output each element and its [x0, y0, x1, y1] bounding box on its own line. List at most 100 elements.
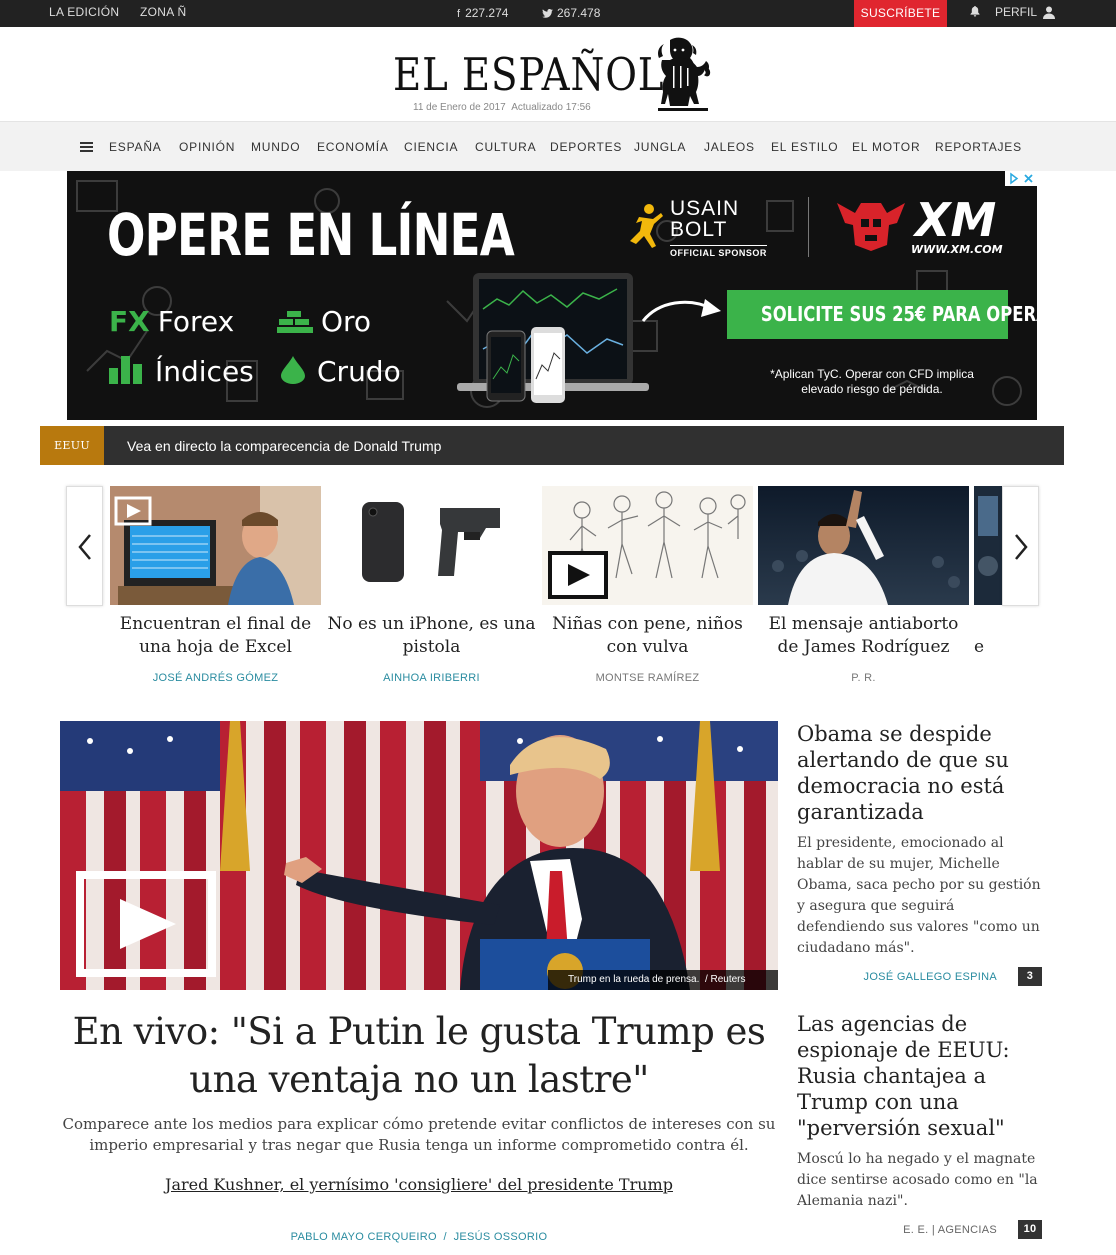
user-icon[interactable]	[1043, 6, 1055, 19]
side-story-footer: JOSÉ GALLEGO ESPINA 3	[797, 967, 1042, 986]
usain-bolt-silhouette-icon	[630, 204, 663, 248]
twitter-icon	[542, 9, 553, 18]
fx-icon: FX	[109, 305, 150, 338]
facebook-count: 227.274	[465, 6, 509, 20]
side-story-title[interactable]: Obama se despide alertando de que su dem…	[797, 721, 1042, 825]
caption-text: Trump en la rueda de prensa.	[568, 974, 700, 985]
oil-drop-icon	[281, 356, 305, 384]
ad-laptop-chart-image	[457, 273, 649, 403]
ad-sponsor: USAIN BOLT OFFICIAL SPONSOR	[670, 198, 767, 258]
carousel-card-author[interactable]: AINHOA IRIBERRI	[326, 672, 537, 684]
carousel-card-author[interactable]: MONTSE RAMÍREZ	[542, 672, 753, 684]
sponsor-label: OFFICIAL SPONSOR	[670, 245, 767, 258]
zone-link[interactable]: ZONA Ñ	[140, 5, 186, 19]
caption-credit: / Reuters	[704, 974, 746, 985]
author-link[interactable]: PABLO MAYO CERQUEIRO	[291, 1231, 437, 1243]
side-story-title[interactable]: Las agencias de espionaje de EEUU: Rusia…	[797, 1011, 1042, 1141]
dateline: 11 de Enero de 2017 Actualizado 17:56	[413, 102, 591, 113]
nav-item-opinion[interactable]: OPINIÓN	[179, 140, 235, 154]
carousel-card-title[interactable]: El mensaje antiaborto de James Rodríguez	[758, 613, 969, 659]
twitter-counter[interactable]: 267.478	[542, 6, 600, 20]
main-story-title[interactable]: En vivo: "Si a Putin le gusta Trump es u…	[60, 1008, 778, 1104]
nav-item-deportes[interactable]: DEPORTES	[550, 140, 622, 154]
bell-icon[interactable]	[970, 6, 980, 17]
carousel-card-author[interactable]: JOSÉ ANDRÉS GÓMEZ	[110, 672, 321, 684]
top-bar: LA EDICIÓN ZONA Ñ f 227.274 267.478 SUSCR…	[0, 0, 1116, 27]
carousel-card-title[interactable]: Encuentran el final de una hoja de Excel	[110, 613, 321, 659]
side-story[interactable]: Obama se despide alertando de que su dem…	[797, 721, 1042, 986]
nav-item-jungla[interactable]: JUNGLA	[634, 140, 686, 154]
gold-bars-icon	[277, 311, 313, 333]
nav-item-reportajes[interactable]: REPORTAJES	[935, 140, 1022, 154]
profile-link[interactable]: PERFIL	[995, 5, 1037, 19]
related-link-text[interactable]: Jared Kushner, el yernísimo 'consigliere…	[165, 1175, 673, 1194]
main-story-image[interactable]: Trump en la rueda de prensa. / Reuters	[60, 721, 778, 990]
ad-divider	[808, 197, 809, 257]
brand-url: WWW.XM.COM	[911, 243, 1003, 256]
arrow-icon	[641, 299, 721, 322]
carousel-card[interactable]: Niñas con pene, niños con vulva MONTSE R…	[542, 486, 753, 684]
breaking-news-bar[interactable]: EEUU Vea en directo la comparecencia de …	[40, 426, 1064, 465]
carousel-thumbnail-football[interactable]	[758, 486, 969, 605]
lion-logo-icon	[658, 37, 711, 111]
bar-chart-icon	[109, 356, 142, 384]
edition-link[interactable]: LA EDICIÓN	[49, 5, 119, 19]
subscribe-button[interactable]: SUSCRÍBETE	[854, 0, 947, 27]
carousel-card-author[interactable]: P. R.	[758, 672, 969, 684]
related-link[interactable]: Jared Kushner, el yernísimo 'consigliere…	[60, 1175, 778, 1194]
comment-count-badge[interactable]: 3	[1018, 967, 1042, 986]
carousel-card[interactable]: No es un iPhone, es una pistola AINHOA I…	[326, 486, 537, 684]
facebook-counter[interactable]: f 227.274	[457, 6, 508, 20]
nav-item-el-motor[interactable]: EL MOTOR	[852, 140, 920, 154]
carousel-thumbnail-excel[interactable]	[110, 486, 321, 605]
carousel-card[interactable]: El mensaje antiaborto de James Rodríguez…	[758, 486, 969, 684]
nav-item-economia[interactable]: ECONOMÍA	[317, 140, 389, 154]
comment-count-badge[interactable]: 10	[1018, 1220, 1042, 1239]
nav-item-cultura[interactable]: CULTURA	[475, 140, 536, 154]
carousel-card[interactable]: Encuentran el final de una hoja de Excel…	[110, 486, 321, 684]
ad-product-oro: Oro	[277, 305, 371, 338]
ad-product-crudo: Crudo	[281, 355, 401, 388]
ad-headline: OPERE EN LÍNEA	[107, 201, 515, 269]
breaking-text[interactable]: Vea en directo la comparecencia de Donal…	[127, 438, 441, 454]
nav-item-jaleos[interactable]: JALEOS	[704, 140, 755, 154]
carousel-card-title[interactable]: Niñas con pene, niños con vulva	[542, 613, 753, 659]
site-logo[interactable]: EL ESPAÑOL	[393, 48, 664, 101]
main-image-caption: Trump en la rueda de prensa. / Reuters	[548, 970, 778, 990]
nav-item-mundo[interactable]: MUNDO	[251, 140, 300, 154]
updated-time: Actualizado 17:56	[511, 102, 591, 113]
sponsor-name-2: BOLT	[670, 218, 728, 241]
side-story-summary: El presidente, emocionado al hablar de s…	[797, 835, 1041, 956]
carousel-thumbnail-drawing[interactable]	[542, 486, 753, 605]
main-story-authors: PABLO MAYO CERQUEIRO / JESÚS OSSORIO	[60, 1231, 778, 1243]
carousel-thumbnail-pistol[interactable]	[326, 486, 537, 605]
facebook-icon: f	[457, 8, 461, 20]
chevron-left-icon	[78, 534, 91, 560]
ad-product-forex: FX Forex	[109, 305, 235, 338]
adchoices-icon[interactable]	[1005, 171, 1037, 186]
chevron-right-icon	[1015, 534, 1028, 560]
edition-date: 11 de Enero de 2017	[413, 102, 506, 113]
twitter-count: 267.478	[557, 6, 601, 20]
nav-item-espana[interactable]: ESPAÑA	[109, 140, 162, 154]
breaking-tag: EEUU	[40, 426, 104, 465]
ad-disclaimer: *Aplican TyC. Operar con CFD implica ele…	[770, 367, 974, 396]
side-story-author[interactable]: JOSÉ GALLEGO ESPINA	[864, 971, 997, 983]
side-story-footer: E. E. | AGENCIAS 10	[797, 1220, 1042, 1239]
side-story[interactable]: Las agencias de espionaje de EEUU: Rusia…	[797, 1011, 1042, 1239]
side-story-author[interactable]: E. E. | AGENCIAS	[903, 1224, 997, 1236]
carousel-next-button[interactable]	[1002, 486, 1039, 606]
author-separator: /	[443, 1231, 447, 1243]
carousel-card-title[interactable]: No es un iPhone, es una pistola	[326, 613, 537, 659]
carousel-card-title[interactable]: e	[974, 636, 1040, 659]
menu-icon[interactable]	[80, 142, 93, 152]
ad-cta-button[interactable]: SOLICITE SUS 25€ PARA OPERAR*	[727, 290, 1037, 339]
nav-item-el-estilo[interactable]: EL ESTILO	[771, 140, 838, 154]
nav-item-ciencia[interactable]: CIENCIA	[404, 140, 458, 154]
ad-banner[interactable]: OPERE EN LÍNEA FX Forex Oro Índices Crudo…	[67, 171, 1037, 420]
author-link[interactable]: JESÚS OSSORIO	[454, 1231, 548, 1243]
ad-product-indices: Índices	[109, 355, 254, 388]
bull-logo-icon	[837, 203, 905, 251]
carousel-prev-button[interactable]	[66, 486, 103, 606]
main-nav: ESPAÑA OPINIÓN MUNDO ECONOMÍA CIENCIA CU…	[0, 121, 1116, 171]
